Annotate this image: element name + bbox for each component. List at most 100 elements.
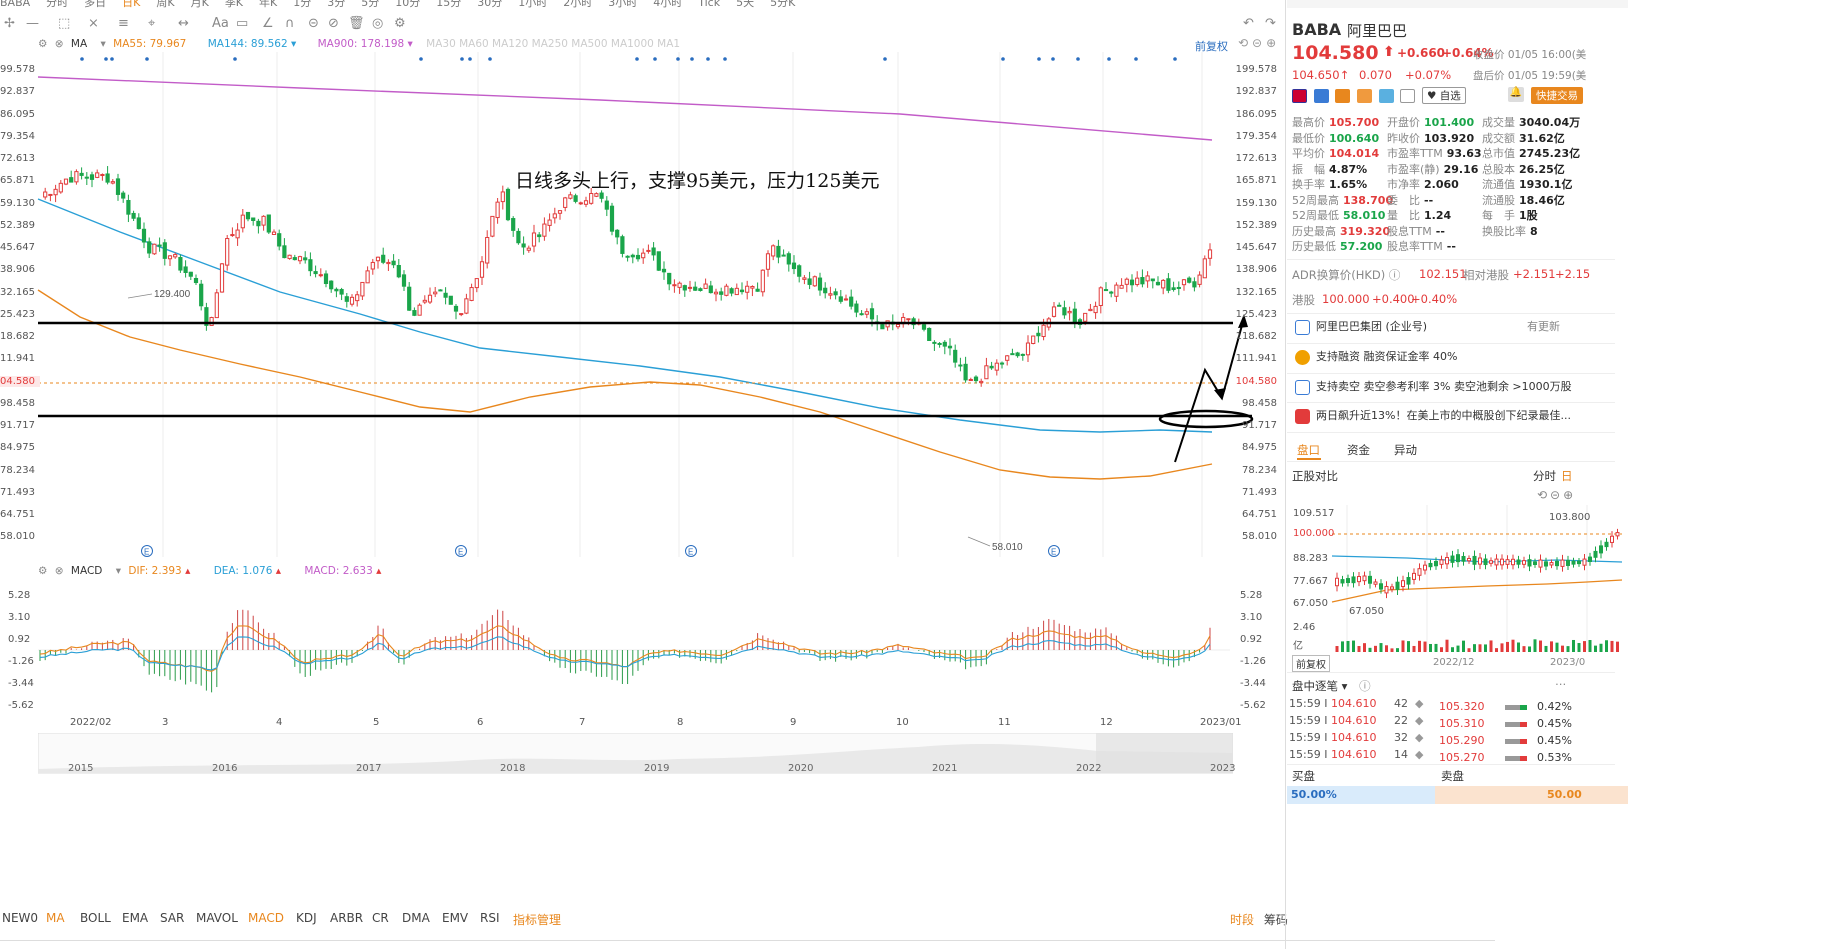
period-tab[interactable]: 3小时 <box>608 0 637 8</box>
eye-icon[interactable]: ◎ <box>372 16 383 31</box>
tab-daily[interactable]: 日 <box>1561 468 1573 484</box>
compare-chart[interactable] <box>1287 500 1628 670</box>
indicator-tab[interactable]: MAVOL <box>196 911 238 925</box>
rect-tool-icon[interactable]: ⬚ <box>58 16 70 31</box>
bell-icon[interactable]: 🔔 <box>1508 87 1524 102</box>
hide-icon[interactable]: ⊝ <box>308 16 319 31</box>
period-tab[interactable]: Tick <box>698 0 720 8</box>
gear-icon[interactable]: ⚙ <box>38 565 47 577</box>
low-label: 58.010 <box>992 542 1023 553</box>
short-notice[interactable]: 支持卖空 卖空参考利率 3% 卖空池剩余 >1000万股 <box>1295 378 1610 404</box>
period-tab[interactable]: 年K <box>259 0 277 8</box>
period-tab[interactable]: 10分 <box>395 0 420 8</box>
adr-rel-value2: +2.15 <box>1555 267 1591 281</box>
comment-tool-icon[interactable]: ▭ <box>236 16 248 31</box>
indicator-tab[interactable]: NEW0 <box>2 911 38 925</box>
ma-label[interactable]: MA <box>71 38 87 50</box>
candle-body <box>266 214 271 233</box>
margin-icon[interactable] <box>1313 88 1329 103</box>
pen-tool-icon[interactable]: ∠ <box>262 16 274 31</box>
add-watchlist-button[interactable]: ♥ 自选 <box>1421 87 1466 104</box>
magnet-icon[interactable]: ∩ <box>285 16 295 31</box>
trash-icon[interactable]: 🗑 <box>348 16 365 31</box>
period-tab[interactable]: 1分 <box>293 0 311 8</box>
indicator-tab[interactable]: KDJ <box>296 911 317 925</box>
margin-notice[interactable]: 支持融资 融资保证金率 40% <box>1295 348 1610 374</box>
text-tool-icon[interactable]: Aa <box>212 16 229 31</box>
indicator-tab[interactable]: 指标管理 <box>513 911 561 928</box>
period-tab[interactable]: 周K <box>156 0 174 8</box>
period-tab[interactable]: 5分 <box>361 0 379 8</box>
indicator-tab[interactable]: MA <box>46 911 65 925</box>
candle-body <box>167 255 173 260</box>
chevron-down-icon[interactable]: ▾ <box>116 565 121 577</box>
indicator-tab[interactable]: MACD <box>248 911 284 925</box>
period-tab[interactable]: 季K <box>225 0 243 8</box>
period-tab[interactable]: 2小时 <box>563 0 592 8</box>
fib-tool-icon[interactable]: ≡ <box>118 16 129 31</box>
period-tab[interactable]: 分时 <box>46 0 68 8</box>
news-icon[interactable] <box>1378 88 1394 103</box>
tab-orderbook[interactable]: 盘口 <box>1297 442 1320 458</box>
period-tab[interactable]: 5天 <box>736 0 754 8</box>
quick-trade-button[interactable]: 快捷交易 <box>1531 87 1583 104</box>
macd-chart[interactable] <box>0 580 1290 715</box>
indicator-tab[interactable]: EMV <box>442 911 468 925</box>
mini-volume-bar <box>1451 647 1454 652</box>
indicator-tab[interactable]: BOLL <box>80 911 111 925</box>
candle-body <box>136 217 141 230</box>
indicator-tab[interactable]: CR <box>372 911 389 925</box>
option-icon[interactable] <box>1356 88 1372 103</box>
measure-tool-icon[interactable]: ⌖ <box>148 16 155 31</box>
candle-body <box>479 261 485 278</box>
period-tab[interactable]: 1小时 <box>518 0 547 8</box>
indicator-tab[interactable]: EMA <box>122 911 148 925</box>
close-icon[interactable]: ⊗ <box>55 565 64 577</box>
y-tick-label: 118.682 <box>1235 331 1277 342</box>
tab-intraday[interactable]: 分时 <box>1533 468 1556 484</box>
crosshair-icon[interactable]: ✢ <box>4 16 15 31</box>
period-tab[interactable]: 3分 <box>327 0 345 8</box>
mini-candle <box>1549 562 1554 566</box>
news-notice[interactable]: 两日飙升近13%！在美上市的中概股创下纪录最佳... <box>1295 407 1610 433</box>
session-tab[interactable]: 时段 <box>1230 913 1254 927</box>
period-tab[interactable]: 多日 <box>84 0 106 8</box>
candle-body <box>214 292 219 319</box>
line-tool-icon[interactable]: — <box>26 16 39 31</box>
period-tab[interactable]: 4小时 <box>653 0 682 8</box>
indicator-tab[interactable]: DMA <box>402 911 430 925</box>
arrow-tool-icon[interactable]: ↔ <box>178 16 189 31</box>
lock-icon[interactable]: ⊘ <box>328 16 339 31</box>
period-tab[interactable]: 日K <box>122 0 140 8</box>
settings-icon[interactable]: ⚙ <box>394 16 406 31</box>
macd-label[interactable]: MACD <box>71 565 102 577</box>
chart-controls[interactable]: ⟲⊝⊕ <box>1238 36 1280 50</box>
indicator-tab[interactable]: SAR <box>160 911 184 925</box>
period-tab[interactable]: BABA <box>0 0 30 8</box>
company-account-row[interactable]: 阿里巴巴集团 (企业号) 有更新 <box>1295 318 1610 344</box>
period-tab[interactable]: 30分 <box>477 0 502 8</box>
candle-body <box>765 253 771 270</box>
period-tab[interactable]: 5分K <box>770 0 795 8</box>
candle-body <box>349 296 355 305</box>
gear-icon[interactable]: ⚙ <box>38 38 47 50</box>
close-icon[interactable]: ⊗ <box>55 38 64 50</box>
event-dot <box>676 57 680 61</box>
period-tab[interactable]: 15分 <box>436 0 461 8</box>
indicator-tab[interactable]: RSI <box>480 911 500 925</box>
short-icon[interactable] <box>1335 88 1351 103</box>
tab-funds[interactable]: 资金 <box>1347 442 1370 458</box>
candle-body <box>1192 281 1197 288</box>
tab-moves[interactable]: 异动 <box>1394 442 1417 458</box>
main-chart[interactable]: 129.400 58.010 E E E E <box>0 52 1290 562</box>
doc-icon[interactable] <box>1400 88 1416 103</box>
fork-tool-icon[interactable]: ⨯ <box>88 16 99 31</box>
mini-adjust-button[interactable]: 前复权 <box>1292 655 1330 672</box>
redo-icon[interactable]: ↷ <box>1265 16 1276 31</box>
undo-icon[interactable]: ↶ <box>1243 16 1254 31</box>
more-icon[interactable]: ⋯ <box>1555 677 1567 691</box>
period-tab[interactable]: 月K <box>191 0 209 8</box>
indicator-tab[interactable]: ARBR <box>330 911 363 925</box>
chevron-down-icon[interactable]: ▾ <box>101 38 106 50</box>
mini-volume-bar <box>1616 641 1619 652</box>
